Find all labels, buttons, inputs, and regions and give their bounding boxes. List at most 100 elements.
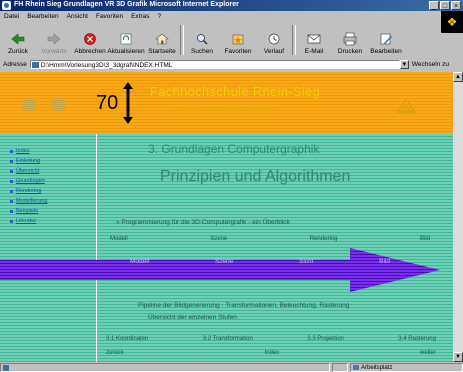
page-status-icon bbox=[3, 364, 9, 371]
home-icon bbox=[155, 33, 169, 45]
menu-bearbeiten[interactable]: Bearbeiten bbox=[23, 13, 62, 20]
bullet-icon bbox=[10, 159, 13, 163]
prev-link[interactable]: zurück bbox=[106, 350, 124, 356]
home-button[interactable]: Startseite bbox=[144, 22, 180, 58]
nav-link-label[interactable]: Rendering bbox=[16, 188, 41, 194]
menu-ansicht[interactable]: Ansicht bbox=[63, 13, 92, 20]
menu-extras[interactable]: Extras bbox=[127, 13, 153, 20]
favorites-label: Favoriten bbox=[224, 48, 252, 55]
menu-help[interactable]: ? bbox=[154, 13, 166, 20]
footer-nav: zurück Index weiter bbox=[106, 350, 436, 356]
menu-favoriten[interactable]: Favoriten bbox=[92, 13, 127, 20]
nav-link-label[interactable]: Einleitung bbox=[16, 158, 40, 164]
bullet-icon bbox=[10, 209, 13, 213]
intro-text: » Programmierung für die 3D-Computergraf… bbox=[116, 219, 290, 226]
nav-item-beispiele[interactable]: Beispiele bbox=[10, 206, 90, 216]
back-button[interactable]: Zurück bbox=[0, 22, 36, 58]
nav-item-grundlagen[interactable]: Grundlagen bbox=[10, 176, 90, 186]
scroll-up-button[interactable]: ▲ bbox=[453, 72, 463, 82]
refresh-icon bbox=[120, 33, 132, 45]
title-bar: FH Rhein Sieg Grundlagen VR 3D Grafik Mi… bbox=[0, 0, 463, 11]
bullet-icon bbox=[10, 199, 13, 203]
back-label: Zurück bbox=[8, 48, 28, 55]
address-input[interactable]: D:\Hmm\Vorlesung3D\3_3dgraf\INDEX.HTML bbox=[29, 60, 400, 69]
edit-button[interactable]: Bearbeiten bbox=[368, 22, 404, 58]
banner-subtitle: Grundlagen der virtuellen Realitaten bbox=[170, 107, 275, 114]
favorites-button[interactable]: Favoriten bbox=[220, 22, 256, 58]
menu-datei[interactable]: Datei bbox=[0, 13, 23, 20]
nav-link-label[interactable]: Modellierung bbox=[16, 198, 48, 204]
computer-icon bbox=[353, 364, 359, 370]
arrow-label: Bild bbox=[379, 258, 390, 265]
scroll-down-button[interactable]: ▼ bbox=[453, 352, 463, 362]
status-message bbox=[0, 362, 330, 372]
mail-button[interactable]: E-Mail bbox=[296, 22, 332, 58]
close-button[interactable]: × bbox=[451, 1, 461, 10]
nav-link-label[interactable]: Literatur bbox=[16, 218, 36, 224]
browser-logo-icon bbox=[2, 1, 11, 10]
next-link[interactable]: weiter bbox=[420, 350, 436, 356]
edit-label: Bearbeiten bbox=[370, 48, 402, 55]
print-icon bbox=[343, 32, 357, 46]
forward-icon bbox=[47, 33, 61, 45]
nav-item-rendering[interactable]: Rendering bbox=[10, 186, 90, 196]
section-link[interactable]: 3.2 Transformation bbox=[203, 336, 253, 342]
menu-bar: Datei Bearbeiten Ansicht Favoriten Extra… bbox=[0, 11, 463, 21]
address-value: D:\Hmm\Vorlesung3D\3_3dgraf\INDEX.HTML bbox=[40, 62, 173, 69]
section-link[interactable]: 3.3 Projektion bbox=[307, 336, 344, 342]
favorites-icon bbox=[232, 34, 244, 45]
banner-number: 70 bbox=[96, 92, 119, 114]
page-heading: 3. Grundlagen Computergraphik bbox=[148, 142, 320, 156]
print-label: Drucken bbox=[337, 48, 363, 55]
stop-button[interactable]: Abbrechen bbox=[72, 22, 108, 58]
nav-link-label[interactable]: Beispiele bbox=[16, 208, 38, 214]
university-logo-icon bbox=[395, 99, 417, 113]
forward-button[interactable]: Vorwärts bbox=[36, 22, 72, 58]
refresh-button[interactable]: Aktualisieren bbox=[107, 22, 145, 58]
nav-link-label[interactable]: Übersicht bbox=[16, 168, 39, 174]
search-button[interactable]: Suchen bbox=[184, 22, 220, 58]
nav-item-einleitung[interactable]: Einleitung bbox=[10, 156, 90, 166]
bullet-icon bbox=[10, 149, 13, 153]
status-zone: Arbeitsplatz bbox=[350, 362, 463, 372]
pipeline-label: Bild bbox=[419, 236, 430, 242]
address-dropdown-button[interactable]: ▼ bbox=[399, 60, 409, 69]
history-button[interactable]: Verlauf bbox=[256, 22, 292, 58]
address-bar: Adresse D:\Hmm\Vorlesung3D\3_3dgraf\INDE… bbox=[0, 59, 463, 70]
arrow-labels: Modell Szene Sicht Bild bbox=[130, 258, 390, 265]
refresh-label: Aktualisieren bbox=[107, 48, 145, 55]
print-button[interactable]: Drucken bbox=[332, 22, 368, 58]
mail-icon bbox=[307, 34, 321, 44]
go-button[interactable]: Wechseln zu bbox=[409, 61, 449, 68]
arrow-label: Modell bbox=[130, 258, 150, 265]
stop-icon bbox=[84, 33, 96, 45]
back-icon bbox=[11, 33, 25, 45]
window-controls: _ □ × bbox=[429, 1, 461, 10]
circle-decoration-icon bbox=[22, 98, 36, 112]
index-link[interactable]: Index bbox=[264, 350, 279, 356]
pipeline-arrow-icon bbox=[0, 248, 440, 292]
description-link[interactable]: Übersicht der einzelnen Stufen bbox=[148, 314, 237, 321]
nav-link-label[interactable]: Index bbox=[16, 148, 29, 154]
maximize-button[interactable]: □ bbox=[440, 1, 450, 10]
header-banner: 70 Fachhochschule Rhein-Sieg Grundlagen … bbox=[0, 72, 453, 134]
bullet-icon bbox=[10, 189, 13, 193]
pipeline-label: Rendering bbox=[309, 236, 338, 242]
nav-item-uebersicht[interactable]: Übersicht bbox=[10, 166, 90, 176]
banner-title: Fachhochschule Rhein-Sieg bbox=[150, 84, 321, 99]
nav-item-modellierung[interactable]: Modellierung bbox=[10, 196, 90, 206]
address-label: Adresse bbox=[3, 61, 27, 68]
section-link[interactable]: 3.1 Koordinaten bbox=[106, 336, 148, 342]
vertical-scrollbar[interactable]: ▲ ▼ bbox=[453, 72, 463, 362]
nav-item-literatur[interactable]: Literatur bbox=[10, 216, 90, 226]
main-area: Index Einleitung Übersicht Grundlagen Re… bbox=[0, 134, 453, 362]
search-label: Suchen bbox=[190, 48, 214, 55]
section-link[interactable]: 3.4 Rasterung bbox=[398, 336, 436, 342]
window-title: FH Rhein Sieg Grundlagen VR 3D Grafik Mi… bbox=[14, 1, 239, 8]
nav-link-label[interactable]: Grundlagen bbox=[16, 178, 45, 184]
minimize-button[interactable]: _ bbox=[429, 1, 439, 10]
nav-item-index[interactable]: Index bbox=[10, 146, 90, 156]
stop-label: Abbrechen bbox=[74, 48, 106, 55]
history-icon bbox=[268, 33, 280, 45]
mail-label: E-Mail bbox=[304, 48, 324, 55]
